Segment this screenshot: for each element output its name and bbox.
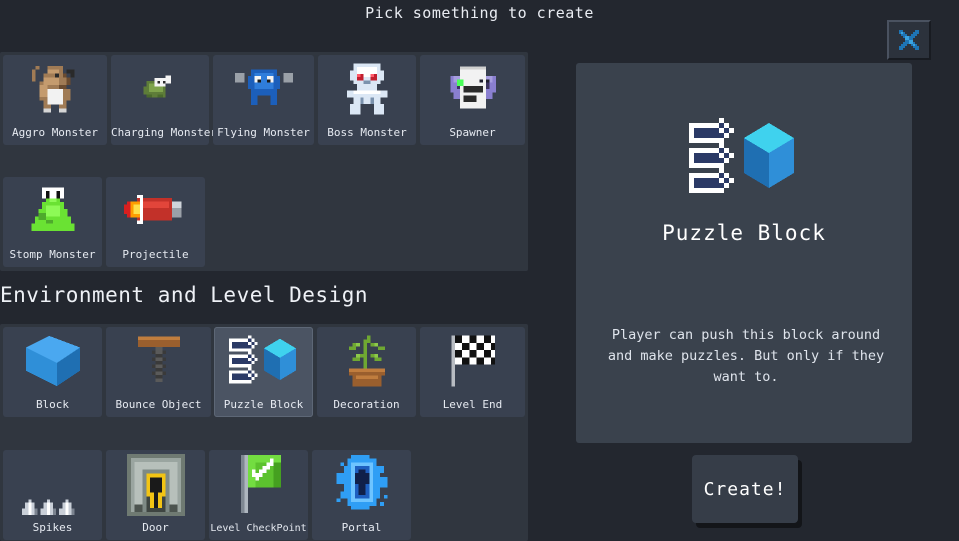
section-panel-environment: Block Bounce Object Puzzle Block Decorat… bbox=[0, 324, 528, 541]
flying-monster-icon bbox=[213, 57, 314, 121]
item-label: Level End bbox=[442, 398, 503, 411]
item-level-checkpoint[interactable]: Level CheckPoint bbox=[209, 450, 308, 540]
level-checkpoint-icon bbox=[209, 454, 308, 514]
item-stomp-monster[interactable]: Stomp Monster bbox=[3, 177, 102, 267]
item-label: Block bbox=[35, 398, 70, 411]
item-label: Level CheckPoint bbox=[210, 523, 307, 534]
projectile-icon bbox=[106, 179, 205, 243]
level-end-icon bbox=[420, 329, 525, 393]
item-label: Projectile bbox=[122, 248, 189, 261]
item-flying-monster[interactable]: Flying Monster bbox=[213, 55, 314, 145]
page-title: Pick something to create bbox=[365, 4, 594, 22]
item-label: Charging Monster bbox=[111, 126, 217, 139]
section-panel-monsters: Aggro Monster Charging Monster Flying Mo… bbox=[0, 52, 528, 271]
stomp-monster-icon bbox=[3, 179, 102, 243]
section-header-environment: Environment and Level Design bbox=[0, 283, 369, 307]
item-boss-monster[interactable]: Boss Monster bbox=[318, 55, 416, 145]
close-button[interactable] bbox=[887, 20, 931, 60]
item-label: Puzzle Block bbox=[223, 398, 304, 411]
item-spikes[interactable]: Spikes bbox=[3, 450, 102, 540]
item-door[interactable]: Door bbox=[106, 450, 205, 540]
item-projectile[interactable]: Projectile bbox=[106, 177, 205, 267]
door-icon bbox=[106, 454, 205, 516]
detail-panel: Puzzle Block Player can push this block … bbox=[576, 63, 912, 443]
detail-description: Player can push this block around and ma… bbox=[607, 327, 885, 385]
create-button[interactable]: Create! bbox=[692, 455, 798, 523]
item-label: Spikes bbox=[32, 521, 73, 534]
item-label: Portal bbox=[341, 521, 382, 534]
puzzle-block-icon bbox=[214, 329, 313, 393]
item-label: Aggro Monster bbox=[11, 126, 99, 139]
create-object-dialog: Pick something to create Aggro Monster C… bbox=[0, 0, 959, 541]
spawner-icon bbox=[420, 57, 525, 121]
item-label: Bounce Object bbox=[115, 398, 202, 411]
item-puzzle-block[interactable]: Puzzle Block bbox=[214, 327, 313, 417]
item-decoration[interactable]: Decoration bbox=[317, 327, 416, 417]
item-level-end[interactable]: Level End bbox=[420, 327, 525, 417]
decoration-icon bbox=[317, 329, 416, 393]
aggro-monster-icon bbox=[3, 57, 107, 121]
item-block[interactable]: Block bbox=[3, 327, 102, 417]
portal-icon bbox=[312, 454, 411, 514]
detail-title: Puzzle Block bbox=[662, 221, 826, 245]
item-label: Decoration bbox=[333, 398, 400, 411]
item-spawner[interactable]: Spawner bbox=[420, 55, 525, 145]
charging-monster-icon bbox=[111, 57, 209, 121]
item-label: Flying Monster bbox=[217, 126, 310, 139]
create-button-label: Create! bbox=[703, 478, 787, 500]
bounce-object-icon bbox=[106, 329, 211, 393]
item-aggro-monster[interactable]: Aggro Monster bbox=[3, 55, 107, 145]
boss-monster-icon bbox=[318, 57, 416, 121]
item-portal[interactable]: Portal bbox=[312, 450, 411, 540]
detail-puzzle-block-icon bbox=[576, 103, 912, 213]
close-x-icon bbox=[897, 28, 921, 52]
item-label: Boss Monster bbox=[327, 126, 407, 139]
item-bounce-object[interactable]: Bounce Object bbox=[106, 327, 211, 417]
item-charging-monster[interactable]: Charging Monster bbox=[111, 55, 217, 145]
item-label: Door bbox=[142, 521, 169, 534]
item-label: Spawner bbox=[449, 126, 496, 139]
block-icon bbox=[3, 329, 102, 393]
item-label: Stomp Monster bbox=[9, 248, 96, 261]
